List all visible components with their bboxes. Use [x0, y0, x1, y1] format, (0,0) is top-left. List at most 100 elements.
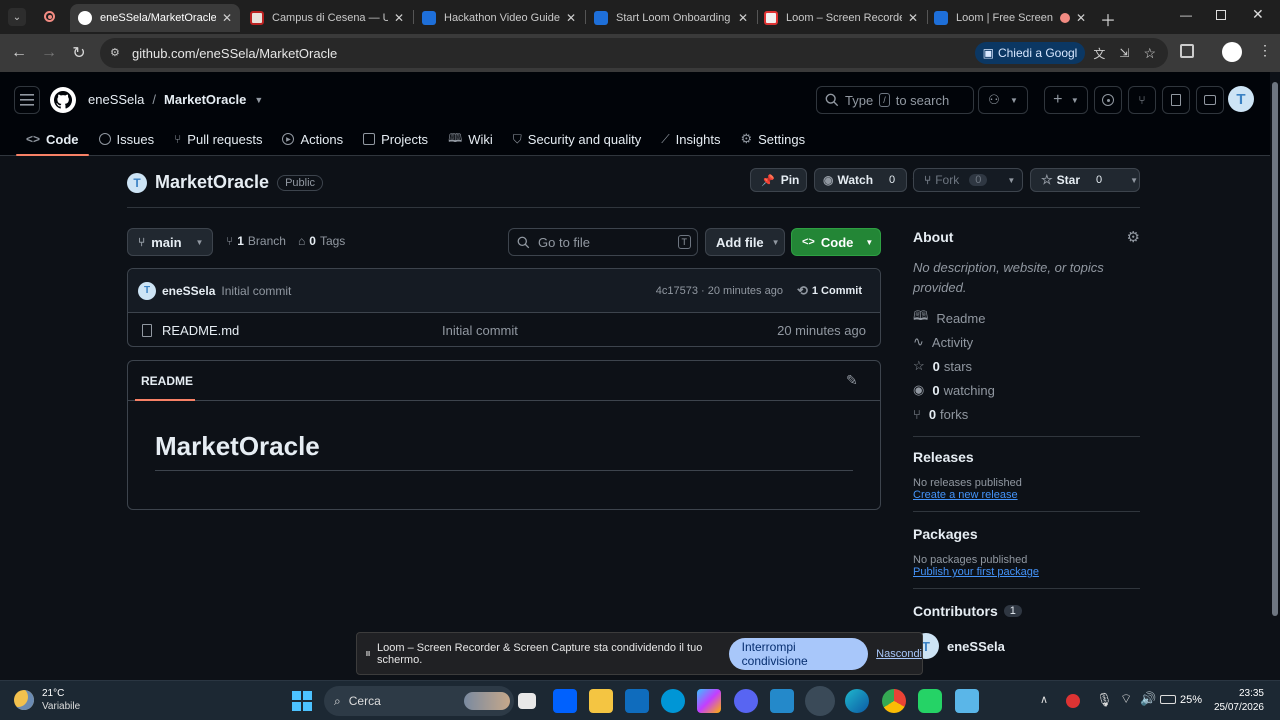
create-new-button[interactable]: + ▼ [1044, 86, 1088, 114]
inbox-button[interactable] [1196, 86, 1224, 114]
clock[interactable]: 23:35 25/07/2026 [1212, 687, 1264, 715]
tab-wiki[interactable]: 🕮 Wiki [438, 122, 503, 156]
browser-tab-loom-onboarding[interactable]: Start Loom Onboarding | ✕ [586, 4, 756, 32]
taskbar-search[interactable]: ⌕ Cerca [324, 686, 514, 716]
tab-security[interactable]: ⛉ Security and quality [503, 122, 651, 156]
file-row[interactable]: README.md Initial commit 20 minutes ago [128, 313, 880, 347]
discord-icon[interactable] [734, 689, 758, 713]
microphone-icon[interactable]: 🎙 [1096, 692, 1113, 708]
hamburger-menu-button[interactable] [14, 86, 40, 114]
stop-sharing-button[interactable]: Interrompi condivisione [728, 637, 869, 670]
watching-link[interactable]: ◉ 0 watching [913, 378, 1140, 402]
back-arrow-icon[interactable]: ← [8, 42, 30, 64]
vscode-icon[interactable] [770, 689, 794, 713]
whatsapp-icon[interactable] [918, 689, 942, 713]
close-tab-icon[interactable]: ✕ [566, 11, 576, 25]
close-tab-icon[interactable]: ✕ [394, 11, 404, 25]
repositories-button[interactable] [1162, 86, 1190, 114]
copilot-button[interactable]: ⚇ ▼ [978, 86, 1028, 114]
tab-code[interactable]: <> Code [16, 122, 89, 156]
chrome-icon[interactable] [882, 689, 906, 713]
chrome-active-icon[interactable] [808, 689, 832, 713]
outlook-icon[interactable] [625, 689, 649, 713]
minimize-window-icon[interactable]: — [1180, 8, 1192, 22]
hide-share-bar-link[interactable]: Nascondi [876, 648, 922, 660]
restore-window-icon[interactable] [1216, 10, 1226, 20]
publish-package-link[interactable]: Publish your first package [913, 566, 1140, 578]
readme-link[interactable]: 🕮 Readme [913, 306, 1140, 330]
commit-hash-time[interactable]: 4c17573 · 20 minutes ago [656, 285, 783, 297]
go-to-file-input[interactable]: Go to file T [508, 228, 698, 256]
browser-tab-campus[interactable]: Campus di Cesena — Uni ✕ [242, 4, 412, 32]
user-avatar[interactable]: T [1228, 86, 1254, 112]
commit-author[interactable]: eneSSela [162, 284, 215, 298]
browser-tab-loom-recorder[interactable]: Loom – Screen Recorder ✕ [756, 4, 926, 32]
breadcrumb-owner[interactable]: eneSSela [88, 92, 144, 107]
bookmark-star-icon[interactable]: ☆ [1143, 45, 1156, 62]
install-app-icon[interactable]: ⇲ [1119, 46, 1129, 60]
dropbox-icon[interactable] [553, 689, 577, 713]
fork-button[interactable]: ⑂ Fork 0 ▼ [913, 168, 1023, 192]
packages-title[interactable]: Packages [913, 526, 1140, 542]
tab-search-chevron-icon[interactable]: ⌄ [8, 8, 26, 26]
browser-tab-github[interactable]: eneSSela/MarketOracle ✕ [70, 4, 240, 32]
releases-title[interactable]: Releases [913, 449, 1140, 465]
star-button[interactable]: ☆ Star 0 ▼ [1030, 168, 1140, 192]
branches-link[interactable]: ⑂ 1 Branch [226, 234, 286, 248]
translate-icon[interactable]: 文 [1093, 45, 1105, 62]
author-avatar[interactable]: T [138, 281, 156, 300]
forward-arrow-icon[interactable]: → [38, 42, 60, 64]
close-window-icon[interactable]: ✕ [1252, 6, 1264, 23]
tab-settings[interactable]: ⚙ Settings [730, 122, 815, 156]
scrollbar-thumb[interactable] [1272, 82, 1278, 616]
reload-icon[interactable]: ↻ [68, 42, 90, 64]
browser-tab-hackathon[interactable]: Hackathon Video Guide a ✕ [414, 4, 584, 32]
contributors-title[interactable]: Contributors [913, 603, 998, 619]
site-info-icon[interactable]: ⚙ [110, 46, 120, 59]
url-omnibox[interactable]: ⚙ github.com/eneSSela/MarketOracle ▣ Chie… [100, 38, 1168, 68]
ask-google-button[interactable]: ▣ Chiedi a Googl [974, 42, 1086, 64]
tab-pull-requests[interactable]: ⑂ Pull requests [164, 122, 272, 156]
wifi-icon[interactable]: ⌔ [1120, 691, 1132, 707]
profile-avatar-icon[interactable] [1222, 42, 1242, 62]
contributor-name[interactable]: eneSSela [947, 639, 1005, 654]
notepad-icon[interactable] [955, 689, 979, 713]
extensions-icon[interactable] [1180, 44, 1194, 58]
watch-button[interactable]: ◉Watch0▼ [814, 168, 919, 192]
tab-actions[interactable]: ▶ Actions [272, 122, 353, 156]
recording-tray-icon[interactable] [1066, 694, 1080, 708]
page-scrollbar[interactable] [1270, 72, 1280, 680]
github-logo-icon[interactable] [50, 87, 76, 113]
create-release-link[interactable]: Create a new release [913, 489, 1140, 501]
browser-menu-icon[interactable]: ⋮ [1258, 42, 1272, 59]
edit-pencil-icon[interactable]: ✎ [846, 372, 858, 389]
battery-icon[interactable] [1160, 695, 1176, 704]
volume-icon[interactable]: 🔊 [1140, 691, 1156, 707]
pin-button[interactable]: 📌 Pin [750, 168, 807, 192]
breadcrumb-repo[interactable]: MarketOracle [164, 92, 246, 107]
file-name[interactable]: README.md [162, 323, 442, 338]
close-tab-icon[interactable]: ✕ [222, 11, 232, 25]
tab-insights[interactable]: ⟋ Insights [651, 122, 730, 156]
pull-requests-button[interactable]: ⑂ [1128, 86, 1156, 114]
file-explorer-icon[interactable] [589, 689, 613, 713]
weather-widget[interactable]: 21°C Variabile [14, 687, 80, 713]
readme-tab[interactable]: README [141, 374, 193, 388]
tab-issues[interactable]: Issues [89, 122, 165, 156]
branch-selector[interactable]: ⑂ main ▼ [127, 228, 213, 256]
edge-icon[interactable] [845, 689, 869, 713]
repo-name[interactable]: MarketOracle [155, 172, 269, 193]
commit-message[interactable]: Initial commit [221, 284, 655, 298]
chevron-down-icon[interactable]: ▼ [254, 95, 263, 105]
browser-tab-loom-free[interactable]: Loom | Free Screen & ✕ [926, 4, 1094, 32]
tags-link[interactable]: ⌂ 0 Tags [298, 234, 345, 248]
copilot-app-icon[interactable] [697, 689, 721, 713]
gear-icon[interactable]: ⚙ [1127, 228, 1140, 246]
issues-button[interactable] [1094, 86, 1122, 114]
close-tab-icon[interactable]: ✕ [738, 11, 748, 25]
windows-start-icon[interactable] [292, 691, 312, 711]
new-tab-button[interactable]: ＋ [1100, 7, 1116, 31]
tab-projects[interactable]: Projects [353, 122, 438, 156]
close-tab-icon[interactable]: ✕ [908, 11, 918, 25]
task-view-icon[interactable] [518, 693, 536, 709]
